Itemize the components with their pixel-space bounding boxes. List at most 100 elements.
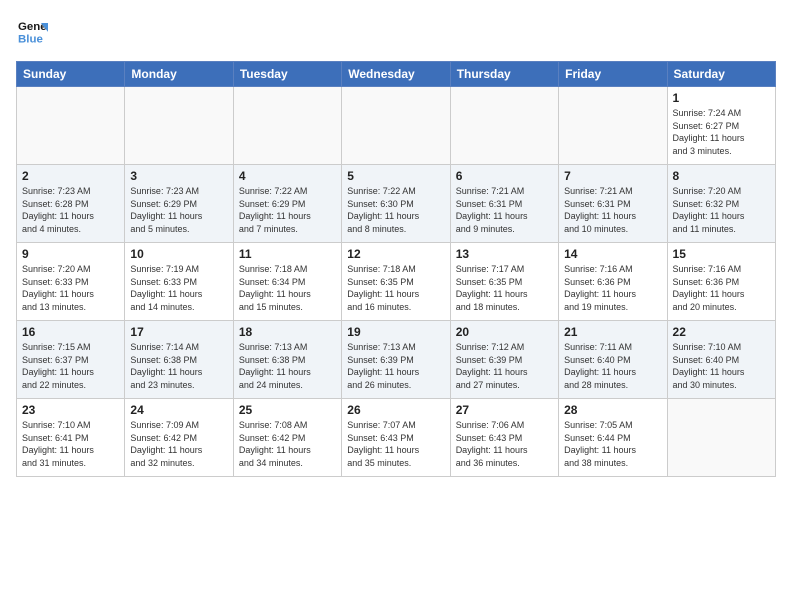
calendar-cell: 16 Sunrise: 7:15 AM Sunset: 6:37 PM Dayli…: [17, 321, 125, 399]
calendar-cell: 27 Sunrise: 7:06 AM Sunset: 6:43 PM Dayli…: [450, 399, 558, 477]
calendar-cell: 11 Sunrise: 7:18 AM Sunset: 6:34 PM Dayli…: [233, 243, 341, 321]
calendar-cell: [17, 87, 125, 165]
calendar-cell: 5 Sunrise: 7:22 AM Sunset: 6:30 PM Daylig…: [342, 165, 450, 243]
day-info: Sunrise: 7:16 AM Sunset: 6:36 PM Dayligh…: [564, 263, 661, 313]
weekday-header-row: SundayMondayTuesdayWednesdayThursdayFrid…: [17, 62, 776, 87]
day-number: 20: [456, 325, 553, 339]
day-number: 9: [22, 247, 119, 261]
day-number: 15: [673, 247, 770, 261]
day-number: 24: [130, 403, 227, 417]
day-number: 21: [564, 325, 661, 339]
calendar-cell: 24 Sunrise: 7:09 AM Sunset: 6:42 PM Dayli…: [125, 399, 233, 477]
day-number: 16: [22, 325, 119, 339]
day-info: Sunrise: 7:09 AM Sunset: 6:42 PM Dayligh…: [130, 419, 227, 469]
calendar-cell: 14 Sunrise: 7:16 AM Sunset: 6:36 PM Dayli…: [559, 243, 667, 321]
day-number: 28: [564, 403, 661, 417]
day-number: 27: [456, 403, 553, 417]
day-info: Sunrise: 7:20 AM Sunset: 6:32 PM Dayligh…: [673, 185, 770, 235]
calendar-cell: 18 Sunrise: 7:13 AM Sunset: 6:38 PM Dayli…: [233, 321, 341, 399]
day-number: 11: [239, 247, 336, 261]
weekday-header-sunday: Sunday: [17, 62, 125, 87]
calendar-cell: 10Sunrise: 7:19 AM Sunset: 6:33 PM Dayli…: [125, 243, 233, 321]
day-number: 8: [673, 169, 770, 183]
calendar-cell: 1 Sunrise: 7:24 AM Sunset: 6:27 PM Daylig…: [667, 87, 775, 165]
calendar-cell: 19Sunrise: 7:13 AM Sunset: 6:39 PM Dayli…: [342, 321, 450, 399]
day-info: Sunrise: 7:10 AM Sunset: 6:41 PM Dayligh…: [22, 419, 119, 469]
day-info: Sunrise: 7:05 AM Sunset: 6:44 PM Dayligh…: [564, 419, 661, 469]
calendar-cell: [667, 399, 775, 477]
calendar-cell: 21 Sunrise: 7:11 AM Sunset: 6:40 PM Dayli…: [559, 321, 667, 399]
calendar-cell: 28 Sunrise: 7:05 AM Sunset: 6:44 PM Dayli…: [559, 399, 667, 477]
calendar-cell: 15 Sunrise: 7:16 AM Sunset: 6:36 PM Dayli…: [667, 243, 775, 321]
day-info: Sunrise: 7:18 AM Sunset: 6:34 PM Dayligh…: [239, 263, 336, 313]
day-info: Sunrise: 7:12 AM Sunset: 6:39 PM Dayligh…: [456, 341, 553, 391]
calendar-cell: [450, 87, 558, 165]
day-info: Sunrise: 7:10 AM Sunset: 6:40 PM Dayligh…: [673, 341, 770, 391]
calendar-week-row: 23 Sunrise: 7:10 AM Sunset: 6:41 PM Dayli…: [17, 399, 776, 477]
day-info: Sunrise: 7:22 AM Sunset: 6:30 PM Dayligh…: [347, 185, 444, 235]
calendar-cell: 17Sunrise: 7:14 AM Sunset: 6:38 PM Dayli…: [125, 321, 233, 399]
calendar-cell: 25 Sunrise: 7:08 AM Sunset: 6:42 PM Dayli…: [233, 399, 341, 477]
calendar-week-row: 1 Sunrise: 7:24 AM Sunset: 6:27 PM Daylig…: [17, 87, 776, 165]
day-number: 7: [564, 169, 661, 183]
day-number: 2: [22, 169, 119, 183]
day-info: Sunrise: 7:13 AM Sunset: 6:39 PM Dayligh…: [347, 341, 444, 391]
day-number: 13: [456, 247, 553, 261]
day-info: Sunrise: 7:18 AM Sunset: 6:35 PM Dayligh…: [347, 263, 444, 313]
day-number: 23: [22, 403, 119, 417]
calendar-cell: 23 Sunrise: 7:10 AM Sunset: 6:41 PM Dayli…: [17, 399, 125, 477]
calendar-cell: 12 Sunrise: 7:18 AM Sunset: 6:35 PM Dayli…: [342, 243, 450, 321]
logo: General Blue: [16, 16, 48, 51]
weekday-header-monday: Monday: [125, 62, 233, 87]
day-number: 1: [673, 91, 770, 105]
day-info: Sunrise: 7:22 AM Sunset: 6:29 PM Dayligh…: [239, 185, 336, 235]
day-number: 10: [130, 247, 227, 261]
day-number: 12: [347, 247, 444, 261]
calendar-week-row: 16 Sunrise: 7:15 AM Sunset: 6:37 PM Dayli…: [17, 321, 776, 399]
day-info: Sunrise: 7:23 AM Sunset: 6:28 PM Dayligh…: [22, 185, 119, 235]
day-info: Sunrise: 7:20 AM Sunset: 6:33 PM Dayligh…: [22, 263, 119, 313]
day-info: Sunrise: 7:06 AM Sunset: 6:43 PM Dayligh…: [456, 419, 553, 469]
calendar-cell: [125, 87, 233, 165]
weekday-header-saturday: Saturday: [667, 62, 775, 87]
calendar-cell: [559, 87, 667, 165]
calendar-cell: 8 Sunrise: 7:20 AM Sunset: 6:32 PM Daylig…: [667, 165, 775, 243]
calendar-week-row: 2 Sunrise: 7:23 AM Sunset: 6:28 PM Daylig…: [17, 165, 776, 243]
calendar-cell: 2 Sunrise: 7:23 AM Sunset: 6:28 PM Daylig…: [17, 165, 125, 243]
weekday-header-tuesday: Tuesday: [233, 62, 341, 87]
calendar-cell: 4 Sunrise: 7:22 AM Sunset: 6:29 PM Daylig…: [233, 165, 341, 243]
day-info: Sunrise: 7:24 AM Sunset: 6:27 PM Dayligh…: [673, 107, 770, 157]
day-info: Sunrise: 7:21 AM Sunset: 6:31 PM Dayligh…: [564, 185, 661, 235]
day-info: Sunrise: 7:11 AM Sunset: 6:40 PM Dayligh…: [564, 341, 661, 391]
day-number: 26: [347, 403, 444, 417]
weekday-header-friday: Friday: [559, 62, 667, 87]
svg-text:General: General: [18, 21, 48, 33]
day-info: Sunrise: 7:08 AM Sunset: 6:42 PM Dayligh…: [239, 419, 336, 469]
day-number: 18: [239, 325, 336, 339]
calendar-cell: 6Sunrise: 7:21 AM Sunset: 6:31 PM Daylig…: [450, 165, 558, 243]
day-info: Sunrise: 7:14 AM Sunset: 6:38 PM Dayligh…: [130, 341, 227, 391]
day-info: Sunrise: 7:07 AM Sunset: 6:43 PM Dayligh…: [347, 419, 444, 469]
day-info: Sunrise: 7:16 AM Sunset: 6:36 PM Dayligh…: [673, 263, 770, 313]
calendar-cell: 20 Sunrise: 7:12 AM Sunset: 6:39 PM Dayli…: [450, 321, 558, 399]
calendar-cell: 7 Sunrise: 7:21 AM Sunset: 6:31 PM Daylig…: [559, 165, 667, 243]
day-number: 22: [673, 325, 770, 339]
calendar-cell: [233, 87, 341, 165]
calendar-table: SundayMondayTuesdayWednesdayThursdayFrid…: [16, 61, 776, 477]
day-number: 4: [239, 169, 336, 183]
calendar-cell: 9 Sunrise: 7:20 AM Sunset: 6:33 PM Daylig…: [17, 243, 125, 321]
day-number: 5: [347, 169, 444, 183]
svg-text:Blue: Blue: [18, 33, 43, 45]
day-info: Sunrise: 7:17 AM Sunset: 6:35 PM Dayligh…: [456, 263, 553, 313]
calendar-week-row: 9 Sunrise: 7:20 AM Sunset: 6:33 PM Daylig…: [17, 243, 776, 321]
day-number: 3: [130, 169, 227, 183]
day-info: Sunrise: 7:13 AM Sunset: 6:38 PM Dayligh…: [239, 341, 336, 391]
day-number: 25: [239, 403, 336, 417]
weekday-header-wednesday: Wednesday: [342, 62, 450, 87]
page: General Blue SundayMondayTuesdayWednesda…: [0, 0, 792, 612]
day-number: 14: [564, 247, 661, 261]
calendar-cell: 22 Sunrise: 7:10 AM Sunset: 6:40 PM Dayli…: [667, 321, 775, 399]
day-info: Sunrise: 7:21 AM Sunset: 6:31 PM Dayligh…: [456, 185, 553, 235]
day-info: Sunrise: 7:15 AM Sunset: 6:37 PM Dayligh…: [22, 341, 119, 391]
day-info: Sunrise: 7:23 AM Sunset: 6:29 PM Dayligh…: [130, 185, 227, 235]
